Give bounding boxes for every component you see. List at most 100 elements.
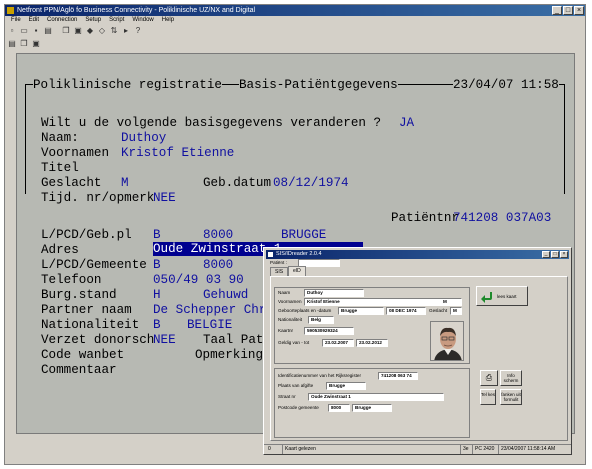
menu-window[interactable]: Window [132,16,153,25]
rijksregister-label: Identificatienummer van het Rijksregiste… [278,373,361,378]
window-controls: _ □ × [552,6,584,15]
info-scherm-button[interactable]: Info scherm [500,370,522,386]
telefoon-value[interactable]: 050/49 03 90 [153,273,244,287]
plaats-label: Plaats van afgifte [278,383,314,388]
connect-icon[interactable]: ◆ [85,26,95,36]
patientnr-label: Patiëntnr [391,211,460,225]
geboorte-label: Geboorteplaats en -datum [278,308,332,313]
confirm-question: Wilt u de volgende basisgegevens verande… [41,116,382,130]
straat-field: Oude Zwinstraat 1 [308,393,444,401]
menu-connection[interactable]: Connection [47,16,77,25]
nationaliteit-value: BELGIE [187,318,233,332]
gebpl-postcode[interactable]: 8000 [203,228,233,242]
menu-help[interactable]: Help [162,16,174,25]
maximize-button[interactable]: □ [563,6,573,15]
kaartnr-label: Kaartnr [278,328,294,333]
titel-label: Titel [41,161,79,175]
telefoon-label: Telefoon [41,273,102,287]
eid-reader-dialog: SIS/IDreader 2.0.4 _ □ × Patiënt : SIS e… [263,247,572,455]
burgstand-code[interactable]: H [153,288,161,302]
nationaliteit-label: Nationaliteit [41,318,140,332]
tijd-value[interactable]: NEE [153,191,176,205]
screen-title-center: Basis-Patiëntgegevens [239,78,398,92]
main-statusbar [5,457,585,464]
voornamen-value[interactable]: Kristof Etienne [121,146,234,160]
naam-value[interactable]: Duthoy [121,131,166,145]
dialog-title: SIS/IDreader 2.0.4 [276,251,322,257]
session-paste-icon[interactable]: ▣ [31,39,41,49]
minimize-button[interactable]: _ [552,6,562,15]
postcode-field: 8000 [328,404,350,412]
kaartnr-field: 590530929324 [304,327,354,335]
verzet-value[interactable]: NEE [153,333,176,347]
patient-label: Patiënt : [270,260,287,265]
dialog-close-button[interactable]: × [560,251,568,258]
geslacht-value[interactable]: M [121,176,129,190]
copy-icon[interactable]: ❐ [61,26,71,36]
dialog-maximize-button[interactable]: □ [551,251,559,258]
gebpl-city[interactable]: BRUGGE [281,228,326,242]
status-timestamp: 23/04/2007 11:58:14 AM [498,445,555,454]
print-icon[interactable]: ▤ [43,26,53,36]
portrait-image [431,322,463,360]
confirm-answer[interactable]: JA [399,116,414,130]
tijd-label: Tijd. nr/opmerk [41,191,155,205]
menu-edit[interactable]: Edit [29,16,39,25]
transfer-icon[interactable]: ⇅ [109,26,119,36]
codewanbet-label: Code wanbet [41,348,125,362]
dialog-statusbar: 0 Kaart gelezen 3e PC 2420 23/04/2007 11… [264,444,571,454]
geboortedatum-field: 08 DEC 1974 [386,307,426,315]
voornamen-label: Voornamen [278,299,302,304]
geslacht-code: M [443,299,447,304]
gebpl-land[interactable]: B [153,228,161,242]
menu-setup[interactable]: Setup [85,16,101,25]
dialog-app-icon [268,252,273,257]
new-icon[interactable]: ▫ [7,26,17,36]
disconnect-icon[interactable]: ◇ [97,26,107,36]
naam-field: Duthoy [304,289,364,297]
printer-icon[interactable]: ⎙ [480,370,498,386]
status-message: Kaart gelezen [282,445,316,454]
geldig-van-field: 23.02.2007 [322,339,354,347]
menu-script[interactable]: Script [109,16,124,25]
paste-icon[interactable]: ▣ [73,26,83,36]
session-toolbar: ▤ ❐ ▣ [7,39,41,51]
window-title: Netfront PPN/Aglö fo Business Connectivi… [17,7,256,14]
voornamen-field: Kristof Etienne M [304,298,462,306]
postcode-label: Postcode gemeente [278,405,319,410]
nationaliteit-code[interactable]: B [153,318,161,332]
open-icon[interactable]: ▭ [19,26,29,36]
gemeente-label: L/PCD/Gemeente [41,258,147,272]
close-button[interactable]: × [574,6,584,15]
straat-label: Straat nr [278,394,296,399]
status-count: 0 [268,446,271,452]
menu-file[interactable]: File [11,16,21,25]
session-icon[interactable]: ▤ [7,39,17,49]
status-pc: PC 2420 [472,445,494,454]
naam-label: Naam [278,290,291,295]
toolbar-separator [55,26,59,36]
app-icon [7,7,14,14]
tel-kes-button[interactable]: Tel kes [480,389,496,405]
burgstand-label: Burg.stand [41,288,117,302]
macro-icon[interactable]: ▸ [121,26,131,36]
opmerking-label: Opmerking [195,348,264,362]
gemeente-postcode[interactable]: 8000 [203,258,233,272]
save-icon[interactable]: ▪ [31,26,41,36]
lees-kaart-button[interactable]: lees kaart [476,286,528,306]
burgstand-value: Gehuwd [203,288,249,302]
verzet-label: Verzet donorsch [41,333,155,347]
partner-label: Partner naam [41,303,132,317]
dialog-minimize-button[interactable]: _ [542,251,550,258]
formulier-button[interactable]: fanken uit formulit [500,389,522,405]
gebpl-label: L/PCD/Geb.pl [41,228,132,242]
session-copy-icon[interactable]: ❐ [19,39,29,49]
gebdatum-value[interactable]: 08/12/1974 [273,176,349,190]
geslacht-label: Geslacht [429,308,448,313]
gebdatum-label: Geb.datum [203,176,272,190]
geboorteplaats-field: Brugge [338,307,384,315]
voornamen-label: Voornamen [41,146,110,160]
gemeente-land[interactable]: B [153,258,161,272]
geslacht-field: M [450,307,462,315]
help-icon[interactable]: ? [133,26,143,36]
